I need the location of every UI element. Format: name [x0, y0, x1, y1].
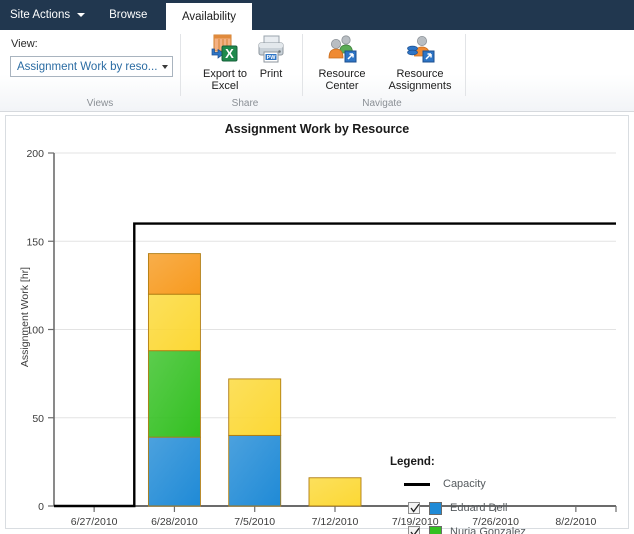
legend-swatch-eduard-dell: [429, 501, 442, 515]
site-actions-menu[interactable]: Site Actions: [0, 0, 97, 30]
browse-label: Browse: [109, 9, 148, 21]
legend-label-capacity: Capacity: [443, 478, 486, 490]
capacity-line-icon: [404, 482, 430, 486]
legend-label-nuria-gonzalez: Nuria Gonzalez: [450, 526, 526, 534]
svg-text:X: X: [225, 46, 234, 61]
browse-tab[interactable]: Browse: [97, 0, 159, 30]
view-select-value: Assignment Work by reso...: [17, 60, 158, 73]
resource-assignments-icon: [403, 33, 437, 65]
availability-page: Site Actions Browse Availability View: A…: [0, 0, 634, 534]
svg-text:6/27/2010: 6/27/2010: [71, 516, 118, 528]
printer-icon: PW: [254, 33, 288, 65]
site-actions-label: Site Actions: [10, 9, 71, 21]
view-select[interactable]: Assignment Work by reso...: [10, 56, 173, 77]
legend-row-eduard-dell[interactable]: Eduard Dell: [386, 496, 566, 520]
svg-text:PW: PW: [267, 55, 277, 61]
chart-panel: Assignment Work by Resource Assignment W…: [5, 115, 629, 534]
resource-center-button[interactable]: Resource Center: [309, 33, 375, 92]
resource-center-icon: [325, 33, 359, 65]
group-label-navigate: Navigate: [362, 98, 402, 109]
export-to-excel-button[interactable]: X Export to Excel: [192, 33, 258, 92]
export-to-excel-label: Export to Excel: [202, 68, 248, 92]
resource-center-label: Resource Center: [318, 68, 366, 92]
group-label-views: Views: [86, 98, 114, 109]
svg-text:150: 150: [26, 236, 44, 248]
resource-assignments-button[interactable]: Resource Assignments: [380, 33, 460, 92]
legend-row-nuria-gonzalez[interactable]: Nuria Gonzalez: [386, 520, 566, 534]
group-label-share: Share: [231, 98, 259, 109]
svg-text:50: 50: [32, 413, 44, 425]
view-field-label: View:: [11, 38, 38, 50]
svg-text:100: 100: [26, 325, 44, 337]
svg-text:7/12/2010: 7/12/2010: [312, 516, 359, 528]
print-label: Print: [259, 68, 283, 80]
tab-availability-label: Availability: [181, 10, 237, 23]
tab-availability[interactable]: Availability: [166, 3, 252, 30]
resource-assignments-label: Resource Assignments: [388, 68, 452, 92]
chart-legend: Legend: Capacity Eduard Dell Nuria Gonza…: [386, 456, 566, 534]
legend-label-eduard-dell: Eduard Dell: [450, 502, 508, 514]
legend-swatch-nuria-gonzalez: [429, 525, 442, 534]
legend-row-capacity: Capacity: [386, 472, 566, 496]
print-button[interactable]: PW Print: [250, 33, 292, 80]
legend-title: Legend:: [390, 456, 435, 468]
legend-checkbox-nuria-gonzalez[interactable]: [408, 526, 420, 534]
top-navigation-bar: Site Actions Browse: [0, 0, 634, 30]
legend-checkbox-eduard-dell[interactable]: [408, 502, 420, 514]
svg-text:200: 200: [26, 148, 44, 160]
svg-text:7/5/2010: 7/5/2010: [234, 516, 275, 528]
ribbon-toolbar: View: Assignment Work by reso... Views X…: [0, 30, 634, 112]
caret-down-icon: [77, 13, 86, 17]
excel-export-icon: X: [208, 33, 242, 65]
svg-text:0: 0: [38, 501, 44, 513]
chevron-down-icon: [162, 64, 168, 69]
svg-text:6/28/2010: 6/28/2010: [151, 516, 198, 528]
group-divider-3: [465, 34, 466, 96]
group-divider-2: [302, 34, 303, 96]
group-divider-1: [180, 34, 181, 96]
